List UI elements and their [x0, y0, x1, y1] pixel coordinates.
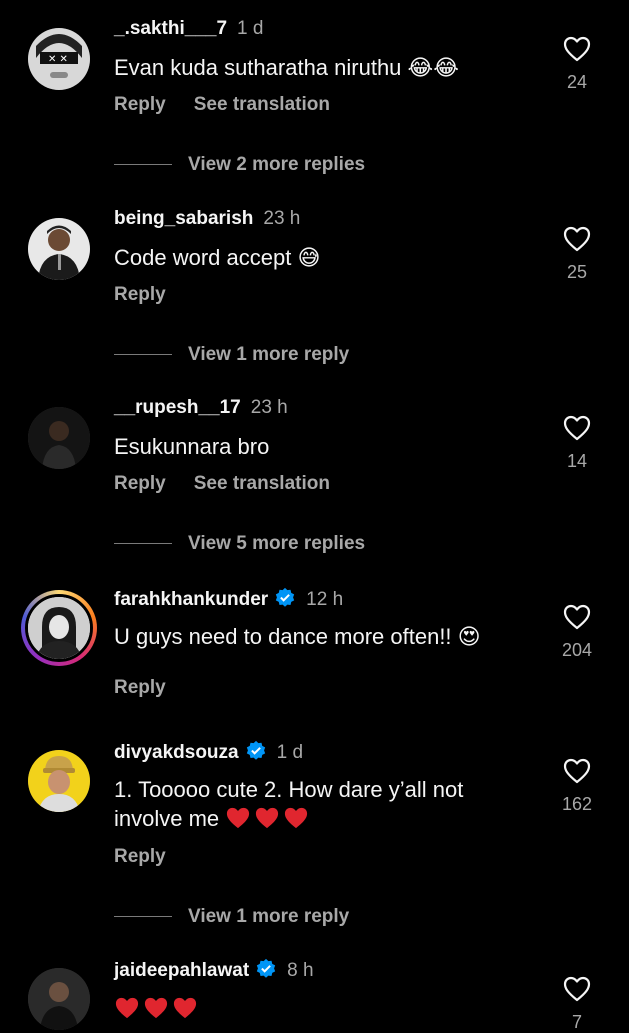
like-button[interactable]: 204	[556, 604, 598, 661]
heart-outline-icon	[563, 604, 591, 630]
heart-outline-icon	[563, 415, 591, 441]
like-count: 162	[561, 794, 593, 814]
comment-text: Evan kuda sutharatha niruthu 😂😂	[114, 55, 459, 80]
like-button[interactable]: 24	[556, 36, 598, 93]
heart-outline-icon	[563, 758, 591, 784]
reply-button[interactable]: Reply	[114, 284, 166, 305]
divider-line	[114, 916, 172, 918]
heart-outline-icon	[563, 36, 591, 62]
username[interactable]: being_sabarish	[114, 208, 253, 229]
username[interactable]: jaideepahlawat	[114, 960, 249, 981]
avatar[interactable]	[28, 750, 90, 812]
comment-text-line: involve me	[114, 804, 534, 833]
divider-line	[114, 164, 172, 166]
reply-button[interactable]: Reply	[114, 473, 166, 494]
like-button[interactable]: 25	[556, 226, 598, 283]
view-more-replies[interactable]: View 5 more replies	[114, 533, 365, 555]
avatar[interactable]	[28, 968, 90, 1030]
see-translation-button[interactable]: See translation	[194, 94, 330, 115]
emoji: 😅	[297, 245, 321, 270]
comment-header: being_sabarish 23 h	[114, 208, 300, 230]
svg-text:✕ ✕: ✕ ✕	[48, 54, 68, 65]
like-count: 7	[571, 1012, 582, 1032]
timestamp: 23 h	[263, 208, 301, 229]
timestamp: 1 d	[276, 742, 304, 763]
comment-text: 1. Tooooo cute 2. How dare y’all not inv…	[114, 775, 534, 833]
verified-badge-icon	[246, 740, 265, 760]
comment-actions: Reply	[114, 677, 166, 699]
red-heart-emoji	[285, 807, 308, 829]
avatar-story-ring[interactable]	[21, 590, 97, 666]
timestamp: 12 h	[306, 589, 344, 610]
verified-badge-icon	[257, 958, 276, 978]
comment-actions: Reply	[114, 846, 166, 868]
divider-line	[114, 354, 172, 356]
avatar[interactable]: ✕ ✕	[28, 28, 90, 90]
verified-badge-icon	[275, 587, 295, 607]
red-heart-emoji	[115, 997, 139, 1019]
avatar	[25, 594, 93, 662]
emoji: 😍	[457, 624, 481, 649]
see-translation-button[interactable]: See translation	[194, 473, 330, 494]
divider-line	[114, 543, 172, 545]
like-count: 14	[566, 451, 588, 471]
timestamp: 1 d	[237, 18, 264, 39]
username[interactable]: _.sakthi___7	[114, 18, 227, 39]
reply-button[interactable]: Reply	[114, 846, 166, 867]
comment-header: farahkhankunder 12 h	[114, 587, 343, 611]
view-more-replies[interactable]: View 1 more reply	[114, 344, 349, 366]
like-button[interactable]: 7	[556, 976, 598, 1033]
comment-header: _.sakthi___7 1 d	[114, 18, 263, 40]
reply-button[interactable]: Reply	[114, 94, 166, 115]
avatar[interactable]	[28, 407, 90, 469]
comment-actions: Reply	[114, 284, 166, 306]
red-heart-emoji	[144, 997, 168, 1019]
like-button[interactable]: 14	[556, 415, 598, 472]
reply-button[interactable]: Reply	[114, 677, 166, 698]
comment-header: __rupesh__17 23 h	[114, 397, 288, 419]
comment-text: Code word accept 😅	[114, 245, 321, 270]
username[interactable]: __rupesh__17	[114, 397, 241, 418]
avatar[interactable]	[28, 218, 90, 280]
emoji: 😂😂	[407, 55, 459, 80]
comment-text-line: 1. Tooooo cute 2. How dare y’all not	[114, 777, 464, 802]
heart-outline-icon	[563, 226, 591, 252]
comment-actions: Reply See translation	[114, 473, 330, 495]
like-count: 204	[561, 640, 593, 660]
timestamp: 8 h	[287, 960, 314, 981]
like-button[interactable]: 162	[556, 758, 598, 815]
red-heart-emoji	[173, 997, 197, 1019]
username[interactable]: divyakdsouza	[114, 742, 239, 763]
comment-text	[114, 994, 514, 1023]
comment-actions: Reply See translation	[114, 94, 330, 116]
username[interactable]: farahkhankunder	[114, 589, 268, 610]
comment-text: Esukunnara bro	[114, 434, 270, 459]
like-count: 24	[566, 72, 588, 92]
heart-outline-icon	[563, 976, 591, 1002]
comment-text: U guys need to dance more often!! 😍	[114, 624, 481, 649]
view-more-replies[interactable]: View 1 more reply	[114, 906, 349, 928]
view-more-replies[interactable]: View 2 more replies	[114, 154, 365, 176]
timestamp: 23 h	[250, 397, 288, 418]
red-heart-emoji	[256, 807, 279, 829]
like-count: 25	[566, 262, 588, 282]
comment-header: divyakdsouza 1 d	[114, 740, 303, 764]
comment-header: jaideepahlawat 8 h	[114, 958, 314, 982]
red-heart-emoji	[227, 807, 250, 829]
